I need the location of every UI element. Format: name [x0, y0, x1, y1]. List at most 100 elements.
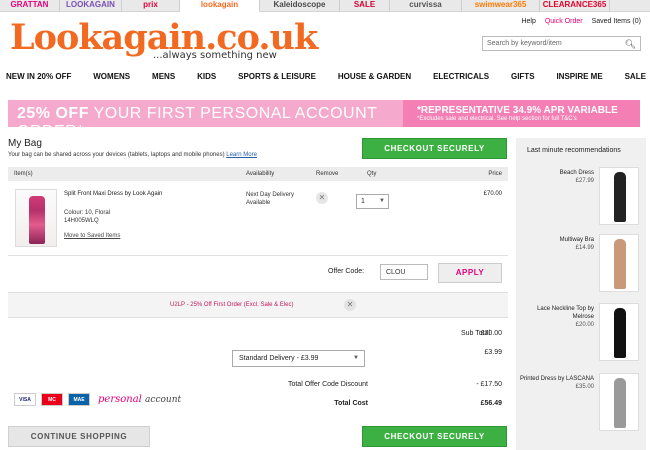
brand-tab[interactable]: LOOKAGAIN: [60, 0, 122, 12]
nav-electricals[interactable]: ELECTRICALS: [433, 72, 489, 81]
brand-tab[interactable]: lookagain: [180, 0, 260, 12]
personal-account-logo: personal account: [98, 394, 181, 405]
brand-tab[interactable]: prix: [122, 0, 180, 12]
delivery-select[interactable]: Standard Delivery - £3.99 ▼: [232, 350, 365, 367]
delivery-option: Standard Delivery - £3.99: [239, 355, 319, 362]
discount-label: Total Offer Code Discount: [287, 381, 368, 388]
figure: [614, 308, 626, 358]
move-to-saved-link[interactable]: Move to Saved Items: [64, 233, 120, 239]
recommendation-name: Multiway Bra £14.99: [519, 236, 594, 252]
recommendation-item[interactable]: Beach Dress £27.99: [516, 167, 646, 229]
recommendation-item[interactable]: Lace Neckline Top by Melrose £20.00: [516, 303, 646, 365]
recommendation-image[interactable]: [599, 303, 639, 361]
applied-offer-text: U2LP - 25% Off First Order (Excl. Sale &…: [170, 302, 294, 308]
checkout-button-top[interactable]: CHECKOUT SECURELY: [362, 138, 507, 159]
recommendation-item[interactable]: Multiway Bra £14.99: [516, 234, 646, 296]
search-icon[interactable]: 🔍︎: [625, 39, 636, 50]
table-row: Split Front Maxi Dress by Look Again Col…: [8, 182, 508, 256]
remove-icon[interactable]: ✕: [316, 192, 328, 204]
figure: [614, 239, 626, 289]
nav-womens[interactable]: WOMENS: [93, 72, 130, 81]
promo-apr-text: *REPRESENTATIVE 34.9% APR VARIABLE: [417, 105, 618, 116]
recommendation-name: Lace Neckline Top by Melrose £20.00: [519, 305, 594, 329]
brand-tab[interactable]: Kaleidoscope: [260, 0, 340, 12]
rec-name-text: Beach Dress: [559, 170, 594, 176]
product-price: £70.00: [483, 191, 502, 197]
bag-note: Your bag can be shared across your devic…: [8, 152, 257, 158]
rec-price: £35.00: [575, 384, 594, 390]
figure: [614, 378, 626, 428]
search-placeholder: Search by keyword/item: [487, 40, 562, 47]
col-price: Price: [488, 171, 502, 177]
account-word: account: [145, 395, 182, 405]
product-name[interactable]: Split Front Maxi Dress by Look Again: [64, 191, 162, 197]
recommendation-name: Beach Dress £27.99: [519, 169, 594, 185]
recommendation-image[interactable]: [599, 234, 639, 292]
availability: Next Day Delivery Available: [246, 191, 294, 207]
search-input[interactable]: Search by keyword/item 🔍︎: [482, 36, 641, 51]
rec-name-text: Printed Dress by LASCANA: [519, 376, 594, 382]
col-qty: Qty: [367, 171, 377, 177]
apply-button[interactable]: APPLY: [438, 263, 502, 283]
nav-new-in[interactable]: NEW IN 20% OFF: [6, 72, 71, 81]
product-image[interactable]: [15, 189, 57, 247]
nav-inspire-me[interactable]: INSPIRE ME: [556, 72, 602, 81]
total-value: £56.49: [480, 400, 502, 407]
tagline: ...always something new: [153, 50, 277, 61]
chevron-down-icon: ▼: [353, 355, 359, 361]
bag-note-text: Your bag can be shared across your devic…: [8, 152, 225, 158]
recommendation-image[interactable]: [599, 167, 639, 225]
help-link[interactable]: Help: [521, 18, 535, 25]
col-item: Item(s): [14, 171, 33, 177]
rec-price: £14.99: [575, 245, 594, 251]
promo-banner[interactable]: 25% OFF YOUR FIRST PERSONAL ACCOUNT ORDE…: [8, 100, 640, 140]
brand-strip: GRATTAN LOOKAGAIN prix lookagain Kaleidoscop…: [0, 0, 650, 12]
brand-tab[interactable]: GRATTAN: [0, 0, 60, 12]
promo-terms: *Excludes sale and electrical. See help …: [417, 116, 577, 122]
availability-line-1: Next Day Delivery: [246, 192, 295, 198]
saved-items-link[interactable]: Saved Items (0): [592, 18, 641, 25]
nav-gifts[interactable]: GIFTS: [511, 72, 535, 81]
quantity-value: 1: [361, 198, 365, 205]
col-remove: Remove: [316, 171, 339, 177]
promo-headline: 25% OFF YOUR FIRST PERSONAL ACCOUNT ORDE…: [8, 100, 403, 140]
page-title: My Bag: [8, 138, 42, 149]
col-availability: Availability: [246, 171, 275, 177]
availability-line-2: Available: [246, 200, 271, 206]
promo-apr: *REPRESENTATIVE 34.9% APR VARIABLE *Excl…: [403, 105, 618, 122]
main-nav: NEW IN 20% OFF WOMENS MENS KIDS SPORTS &…: [6, 72, 646, 81]
brand-tab[interactable]: SALE: [340, 0, 390, 12]
continue-shopping-button[interactable]: CONTINUE SHOPPING: [8, 426, 150, 447]
nav-sports-leisure[interactable]: SPORTS & LEISURE: [238, 72, 316, 81]
product-attributes: Colour: 10, Floral 14H005WLQ: [64, 209, 110, 225]
nav-mens[interactable]: MENS: [152, 72, 175, 81]
bag-table-header: Item(s) Availability Remove Qty Price: [8, 167, 508, 181]
brand-tab[interactable]: swimwear365: [462, 0, 540, 12]
nav-house-garden[interactable]: HOUSE & GARDEN: [338, 72, 411, 81]
mastercard-icon: MC: [41, 393, 63, 406]
nav-sale[interactable]: SALE: [625, 72, 646, 81]
applied-offer-row: U2LP - 25% Off First Order (Excl. Sale &…: [8, 292, 508, 318]
remove-offer-icon[interactable]: ✕: [344, 299, 356, 311]
checkout-button-bottom[interactable]: CHECKOUT SECURELY: [362, 426, 507, 447]
recommendation-item[interactable]: Printed Dress by LASCANA £35.00: [516, 373, 646, 435]
quick-order-link[interactable]: Quick Order: [545, 18, 583, 25]
offer-code-input[interactable]: CLOU: [380, 264, 428, 280]
product-colour: Colour: 10, Floral: [64, 210, 111, 216]
brand-tab[interactable]: curvissa: [390, 0, 462, 12]
offer-code-label: Offer Code:: [328, 268, 365, 275]
total-label: Total Cost: [334, 400, 368, 407]
chevron-down-icon: ▼: [379, 198, 385, 204]
dress-figure: [29, 196, 45, 244]
figure: [614, 172, 626, 222]
quantity-select[interactable]: 1 ▼: [356, 194, 389, 209]
rec-price: £20.00: [575, 322, 594, 328]
recommendation-image[interactable]: [599, 373, 639, 431]
nav-kids[interactable]: KIDS: [197, 72, 216, 81]
brand-tab[interactable]: CLEARANCE365: [540, 0, 610, 12]
learn-more-link[interactable]: Learn More: [226, 152, 257, 158]
rec-name-text: Multiway Bra: [559, 237, 594, 243]
personal-word: personal: [98, 394, 142, 405]
promo-bold: 25% OFF: [17, 105, 89, 122]
rec-name-text: Lace Neckline Top by Melrose: [537, 306, 594, 320]
